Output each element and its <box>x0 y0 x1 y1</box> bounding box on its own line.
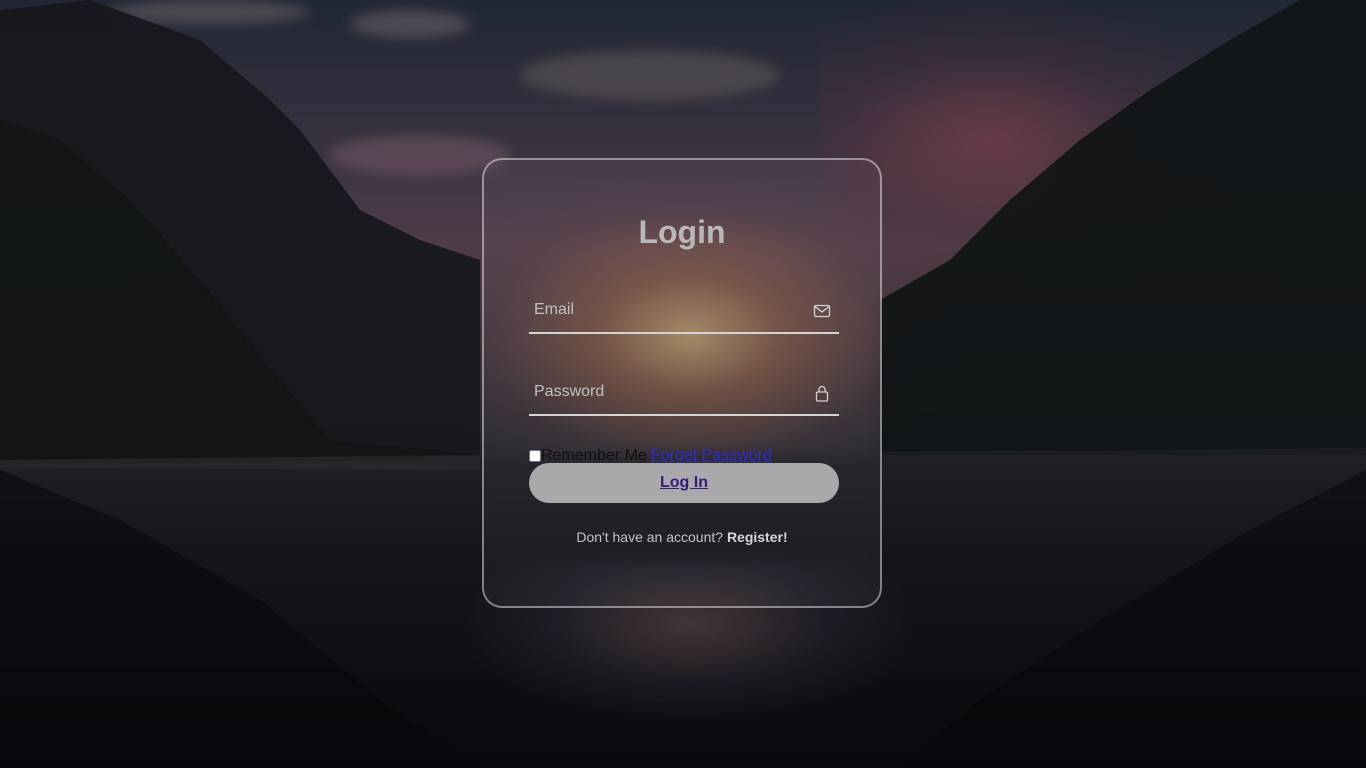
register-prompt-text: Don't have an account? <box>576 529 727 545</box>
login-card: Login Remember Me Forget Password Log In… <box>482 158 882 608</box>
password-input[interactable] <box>529 374 804 410</box>
log-in-button-label: Log In <box>660 474 708 491</box>
log-in-button[interactable]: Log In <box>529 463 839 503</box>
mail-icon <box>813 304 831 318</box>
email-input[interactable] <box>529 292 804 328</box>
email-field-wrapper <box>529 292 839 334</box>
remember-me-checkbox[interactable] <box>529 450 541 462</box>
register-prompt: Don't have an account? Register! <box>484 529 880 545</box>
password-field-wrapper <box>529 374 839 416</box>
login-title: Login <box>638 214 726 250</box>
lock-icon <box>815 385 829 402</box>
register-link[interactable]: Register! <box>727 529 788 545</box>
